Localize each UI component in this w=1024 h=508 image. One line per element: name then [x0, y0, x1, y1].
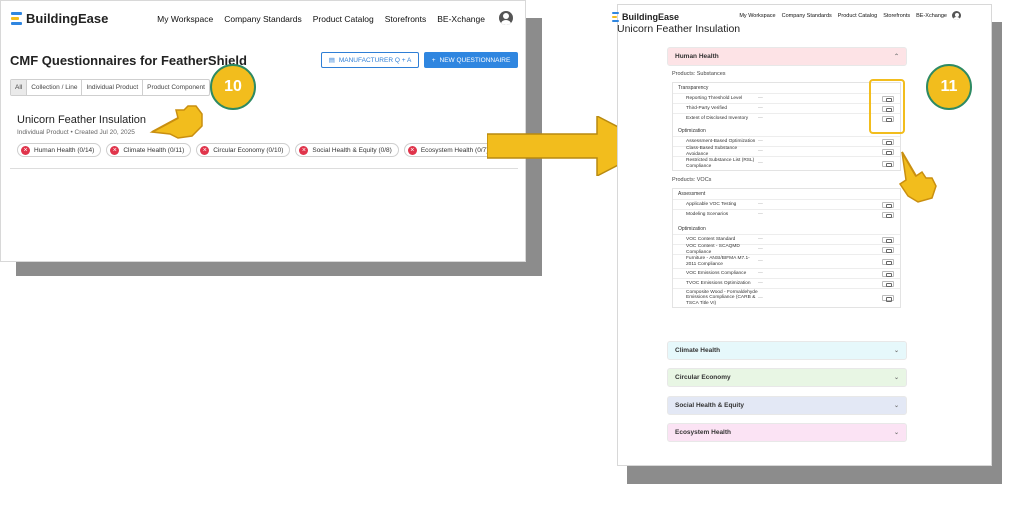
- group-title: Assessment: [678, 191, 706, 197]
- nav-be-xchange[interactable]: BE-Xchange: [437, 14, 485, 24]
- question-row: Class-Based Substance Avoidance —: [673, 146, 900, 157]
- pointing-hand-icon: [149, 105, 203, 139]
- question-row: Composite Wood - Formaldehyde Emissions …: [673, 288, 900, 307]
- question-row: Applicable VOC Testing —: [673, 199, 900, 209]
- brand-name: BuildingEase: [26, 11, 109, 26]
- filter-tabs: All Collection / Line Individual Product…: [10, 79, 210, 96]
- question-row: Furniture - ANSI/BIFMA M7.1-2011 Complia…: [673, 254, 900, 268]
- tutorial-stage: BuildingEase My Workspace Company Standa…: [0, 0, 1024, 508]
- brand-logo[interactable]: BuildingEase: [11, 11, 108, 26]
- comment-icon[interactable]: [882, 201, 894, 208]
- filter-product-component[interactable]: Product Component: [143, 80, 209, 95]
- comment-icon[interactable]: [882, 270, 894, 277]
- vocs-label: Products: VOCs: [672, 177, 712, 183]
- chip-climate-health[interactable]: × Climate Health (0/11): [106, 143, 192, 157]
- chevron-down-icon[interactable]: ⌄: [894, 374, 899, 381]
- comment-icon[interactable]: [882, 258, 894, 265]
- incomplete-icon: ×: [110, 145, 120, 155]
- question-row: Third-Party Verified —: [673, 103, 900, 113]
- section-circular-economy[interactable]: Circular Economy ⌄: [667, 368, 907, 387]
- product-card[interactable]: Unicorn Feather Insulation Individual Pr…: [10, 105, 518, 169]
- step-badge-11: 11: [926, 64, 972, 110]
- group-assessment: Assessment Applicable VOC Testing — Model…: [672, 188, 901, 308]
- nav-company-standards[interactable]: Company Standards: [224, 14, 302, 24]
- nav-storefronts[interactable]: Storefronts: [385, 14, 427, 24]
- page-title: CMF Questionnaires for FeatherShield: [10, 53, 247, 68]
- top-nav: BuildingEase My Workspace Company Standa…: [1, 1, 525, 35]
- comment-icon[interactable]: [882, 148, 894, 155]
- left-screenshot-shadow: BuildingEase My Workspace Company Standa…: [0, 0, 542, 276]
- chip-circular-economy[interactable]: × Circular Economy (0/10): [196, 143, 291, 157]
- plus-icon: +: [431, 56, 436, 64]
- chevron-down-icon[interactable]: ⌄: [894, 347, 899, 354]
- question-row: Reporting Threshold Level —: [673, 93, 900, 103]
- pointing-hand-icon: [898, 151, 937, 203]
- group-transparency: Transparency Reporting Threshold Level — …: [672, 82, 901, 171]
- filter-all[interactable]: All: [11, 80, 28, 95]
- step-badge-10: 10: [210, 64, 256, 110]
- nav-links: My Workspace Company Standards Product C…: [157, 14, 485, 24]
- filter-collection-line[interactable]: Collection / Line: [27, 80, 83, 95]
- product-meta: Individual Product • Created Jul 20, 202…: [17, 129, 135, 136]
- nav-my-workspace[interactable]: My Workspace: [157, 14, 213, 24]
- section-human-health[interactable]: Human Health ⌃: [667, 47, 907, 66]
- nav-company-standards[interactable]: Company Standards: [782, 13, 832, 19]
- nav-links-right: My Workspace Company Standards Product C…: [739, 13, 947, 19]
- incomplete-icon: ×: [299, 145, 309, 155]
- chip-ecosystem-health[interactable]: × Ecosystem Health (0/7): [403, 143, 496, 157]
- question-row: VOC Content - SCAQMD Compliance —: [673, 244, 900, 255]
- group-title: Optimization: [678, 128, 706, 134]
- chip-human-health[interactable]: × Human Health (0/14): [17, 143, 102, 157]
- nav-be-xchange[interactable]: BE-Xchange: [916, 13, 947, 19]
- filter-individual-product[interactable]: Individual Product: [82, 80, 144, 95]
- brand-name: BuildingEase: [622, 12, 680, 22]
- comment-buttons-highlight: [869, 79, 905, 134]
- comment-icon[interactable]: [882, 246, 894, 253]
- section-ecosystem-health[interactable]: Ecosystem Health ⌄: [667, 423, 907, 442]
- comment-icon[interactable]: [882, 236, 894, 243]
- nav-storefronts[interactable]: Storefronts: [883, 13, 910, 19]
- product-name[interactable]: Unicorn Feather Insulation: [17, 114, 146, 126]
- question-row: VOC Emissions Compliance —: [673, 268, 900, 278]
- question-row: TVOC Emissions Optimization —: [673, 278, 900, 288]
- left-screenshot: BuildingEase My Workspace Company Standa…: [0, 0, 526, 262]
- nav-product-catalog[interactable]: Product Catalog: [838, 13, 877, 19]
- question-row: Assessment-Based Optimization —: [673, 136, 900, 146]
- question-row: Restricted Substance List (RSL) Complian…: [673, 156, 900, 170]
- incomplete-icon: ×: [200, 145, 210, 155]
- product-title: Unicorn Feather Insulation: [617, 23, 741, 35]
- substances-label: Products: Substances: [672, 71, 726, 77]
- category-chips: × Human Health (0/14) × Climate Health (0/…: [17, 143, 496, 157]
- section-climate-health[interactable]: Climate Health ⌄: [667, 341, 907, 360]
- new-questionnaire-button[interactable]: + NEW QUESTIONNAIRE: [424, 52, 518, 68]
- manufacturer-qa-button[interactable]: ▤ MANUFACTURER Q + A: [321, 52, 419, 68]
- comment-icon[interactable]: [882, 280, 894, 287]
- logo-mark-icon: [612, 12, 619, 22]
- comment-icon[interactable]: [882, 138, 894, 145]
- nav-product-catalog[interactable]: Product Catalog: [313, 14, 374, 24]
- logo-mark-icon: [11, 12, 22, 25]
- question-row: Modeling Scenarios —: [673, 209, 900, 219]
- chat-icon: ▤: [328, 57, 335, 64]
- user-avatar-icon[interactable]: [952, 11, 961, 20]
- group-title: Optimization: [678, 226, 706, 232]
- comment-icon[interactable]: [882, 211, 894, 218]
- brand-logo-right[interactable]: BuildingEase: [612, 12, 679, 22]
- comment-icon[interactable]: [882, 160, 894, 167]
- question-row: VOC Content Standard —: [673, 234, 900, 244]
- comment-icon[interactable]: [882, 295, 894, 302]
- section-social-health-equity[interactable]: Social Health & Equity ⌄: [667, 396, 907, 415]
- user-avatar-icon[interactable]: [499, 11, 513, 25]
- incomplete-icon: ×: [407, 145, 417, 155]
- nav-my-workspace[interactable]: My Workspace: [739, 13, 775, 19]
- question-row: Extent of Disclosed Inventory —: [673, 113, 900, 123]
- group-title: Transparency: [678, 85, 709, 91]
- chevron-down-icon[interactable]: ⌄: [894, 429, 899, 436]
- chip-social-health-equity[interactable]: × Social Health & Equity (0/8): [295, 143, 399, 157]
- chevron-up-icon[interactable]: ⌃: [894, 53, 899, 60]
- chevron-down-icon[interactable]: ⌄: [894, 402, 899, 409]
- incomplete-icon: ×: [21, 145, 30, 155]
